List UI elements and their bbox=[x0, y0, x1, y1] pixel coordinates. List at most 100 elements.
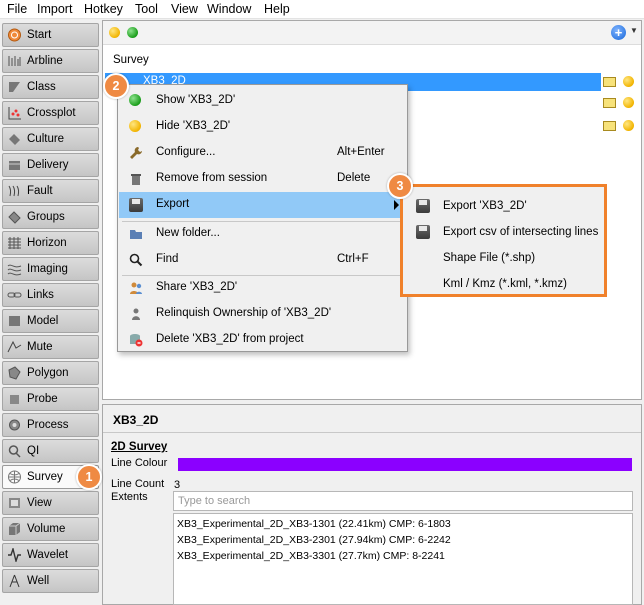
menu-item-export[interactable]: Export bbox=[119, 192, 406, 218]
sidebar-item-label: Process bbox=[27, 419, 69, 431]
tree-header: Survey bbox=[113, 54, 149, 66]
sidebar-item-qi[interactable]: QI bbox=[2, 439, 99, 463]
magnifier-icon bbox=[129, 253, 143, 267]
delete-database-icon bbox=[130, 334, 143, 347]
menu-hotkey[interactable]: Hotkey bbox=[84, 2, 123, 16]
menu-item-shortcut: Ctrl+F bbox=[337, 253, 369, 265]
sidebar-item-volume[interactable]: Volume bbox=[2, 517, 99, 541]
sidebar-item-probe[interactable]: Probe bbox=[2, 387, 99, 411]
sidebar-item-label: Crossplot bbox=[27, 107, 76, 119]
sidebar-item-label: Model bbox=[27, 315, 59, 327]
submenu-item-export-survey[interactable]: Export 'XB3_2D' bbox=[405, 194, 604, 220]
sidebar-item-start[interactable]: Start bbox=[2, 23, 99, 47]
menu-item-label: Find bbox=[156, 253, 179, 265]
menu-file[interactable]: File bbox=[7, 2, 27, 16]
sidebar-item-well[interactable]: Well bbox=[2, 569, 99, 593]
sidebar-item-class[interactable]: Class bbox=[2, 75, 99, 99]
menu-import[interactable]: Import bbox=[37, 2, 72, 16]
sidebar-item-mute[interactable]: Mute bbox=[2, 335, 99, 359]
menu-item-label: Export bbox=[156, 198, 190, 210]
folder-icon bbox=[130, 230, 142, 239]
sidebar-item-links[interactable]: Links bbox=[2, 283, 99, 307]
menu-item-label: Share 'XB3_2D' bbox=[156, 281, 238, 293]
line-count-label: Line Count bbox=[111, 478, 165, 490]
menu-item-share[interactable]: Share 'XB3_2D' bbox=[119, 275, 406, 301]
menu-window[interactable]: Window bbox=[207, 2, 251, 16]
menu-tool[interactable]: Tool bbox=[135, 2, 158, 16]
submenu-item-kml-kmz[interactable]: Kml / Kmz (*.kml, *.kmz) bbox=[405, 272, 604, 298]
show-all-yellow-icon[interactable] bbox=[109, 27, 120, 38]
lines-search-input[interactable]: Type to search bbox=[173, 491, 633, 511]
folder-icon[interactable] bbox=[603, 77, 616, 87]
sidebar-item-arbline[interactable]: Arbline bbox=[2, 49, 99, 73]
row-status-icons bbox=[603, 117, 639, 135]
yellow-dot-icon[interactable] bbox=[623, 120, 634, 131]
green-dot-icon bbox=[129, 94, 141, 106]
yellow-dot-icon[interactable] bbox=[623, 76, 634, 87]
mute-icon bbox=[7, 340, 22, 353]
tree-toolbar: + ▼ bbox=[103, 21, 641, 45]
list-item[interactable]: XB3_Experimental_2D_XB3-3301 (27.7km) CM… bbox=[177, 550, 445, 562]
submenu-arrow-icon bbox=[394, 200, 399, 210]
yellow-dot-icon[interactable] bbox=[623, 97, 634, 108]
sidebar-item-label: Links bbox=[27, 289, 54, 301]
culture-icon bbox=[9, 134, 20, 145]
sidebar-item-view[interactable]: View bbox=[2, 491, 99, 515]
menu-view[interactable]: View bbox=[171, 2, 198, 16]
submenu-item-shape-file[interactable]: Shape File (*.shp) bbox=[405, 246, 604, 272]
sidebar-item-crossplot[interactable]: Crossplot bbox=[2, 101, 99, 125]
wrench-icon bbox=[130, 147, 142, 159]
submenu-item-label: Export csv of intersecting lines bbox=[443, 226, 599, 238]
list-item[interactable]: XB3_Experimental_2D_XB3-2301 (27.94km) C… bbox=[177, 534, 451, 546]
menu-item-remove-from-session[interactable]: Remove from session Delete bbox=[119, 166, 406, 192]
well-icon bbox=[9, 574, 20, 588]
sidebar-item-label: Well bbox=[27, 575, 50, 587]
wavelet-icon bbox=[8, 548, 21, 562]
sidebar-item-label: Survey bbox=[27, 471, 63, 483]
step-badge-3: 3 bbox=[387, 173, 413, 199]
extents-label: Extents bbox=[111, 491, 148, 503]
show-all-green-icon[interactable] bbox=[127, 27, 138, 38]
sidebar-item-delivery[interactable]: Delivery bbox=[2, 153, 99, 177]
menu-item-configure[interactable]: Configure... Alt+Enter bbox=[119, 140, 406, 166]
submenu-item-export-csv[interactable]: Export csv of intersecting lines bbox=[405, 220, 604, 246]
submenu-item-label: Export 'XB3_2D' bbox=[443, 200, 527, 212]
crossplot-icon bbox=[8, 107, 21, 120]
sidebar-item-label: QI bbox=[27, 445, 40, 457]
horizon-icon bbox=[8, 237, 21, 249]
menu-item-find[interactable]: Find Ctrl+F bbox=[119, 247, 406, 273]
menu-item-relinquish-ownership[interactable]: Relinquish Ownership of 'XB3_2D' bbox=[119, 301, 406, 327]
sidebar-item-horizon[interactable]: Horizon bbox=[2, 231, 99, 255]
add-icon[interactable]: + bbox=[611, 25, 626, 40]
menu-item-label: New folder... bbox=[156, 227, 220, 239]
sidebar-item-polygon[interactable]: Polygon bbox=[2, 361, 99, 385]
sidebar-item-fault[interactable]: Fault bbox=[2, 179, 99, 203]
sidebar-item-groups[interactable]: Groups bbox=[2, 205, 99, 229]
folder-icon[interactable] bbox=[603, 121, 616, 131]
menu-item-hide[interactable]: Hide 'XB3_2D' bbox=[119, 114, 406, 140]
dropdown-arrow-icon[interactable]: ▼ bbox=[630, 26, 638, 35]
sidebar-item-process[interactable]: Process bbox=[2, 413, 99, 437]
sidebar-item-imaging[interactable]: Imaging bbox=[2, 257, 99, 281]
delivery-icon bbox=[9, 161, 20, 170]
menu-item-label: Delete 'XB3_2D' from project bbox=[156, 333, 304, 345]
sidebar-item-label: Imaging bbox=[27, 263, 68, 275]
menu-item-label: Hide 'XB3_2D' bbox=[156, 120, 231, 132]
fault-icon bbox=[8, 185, 20, 197]
sidebar-item-label: View bbox=[27, 497, 52, 509]
line-colour-swatch[interactable] bbox=[178, 458, 632, 471]
sidebar-item-label: Probe bbox=[27, 393, 58, 405]
polygon-icon bbox=[8, 366, 21, 380]
probe-icon bbox=[10, 395, 19, 404]
sidebar-item-model[interactable]: Model bbox=[2, 309, 99, 333]
sidebar-item-wavelet[interactable]: Wavelet bbox=[2, 543, 99, 567]
row-status-icons bbox=[603, 73, 639, 91]
sidebar-item-culture[interactable]: Culture bbox=[2, 127, 99, 151]
process-icon bbox=[9, 419, 20, 431]
menu-item-new-folder[interactable]: New folder... bbox=[119, 221, 406, 247]
menu-item-delete-from-project[interactable]: Delete 'XB3_2D' from project bbox=[119, 327, 406, 353]
menu-help[interactable]: Help bbox=[264, 2, 290, 16]
folder-icon[interactable] bbox=[603, 98, 616, 108]
list-item[interactable]: XB3_Experimental_2D_XB3-1301 (22.41km) C… bbox=[177, 518, 451, 530]
menu-item-show[interactable]: Show 'XB3_2D' bbox=[119, 88, 406, 114]
